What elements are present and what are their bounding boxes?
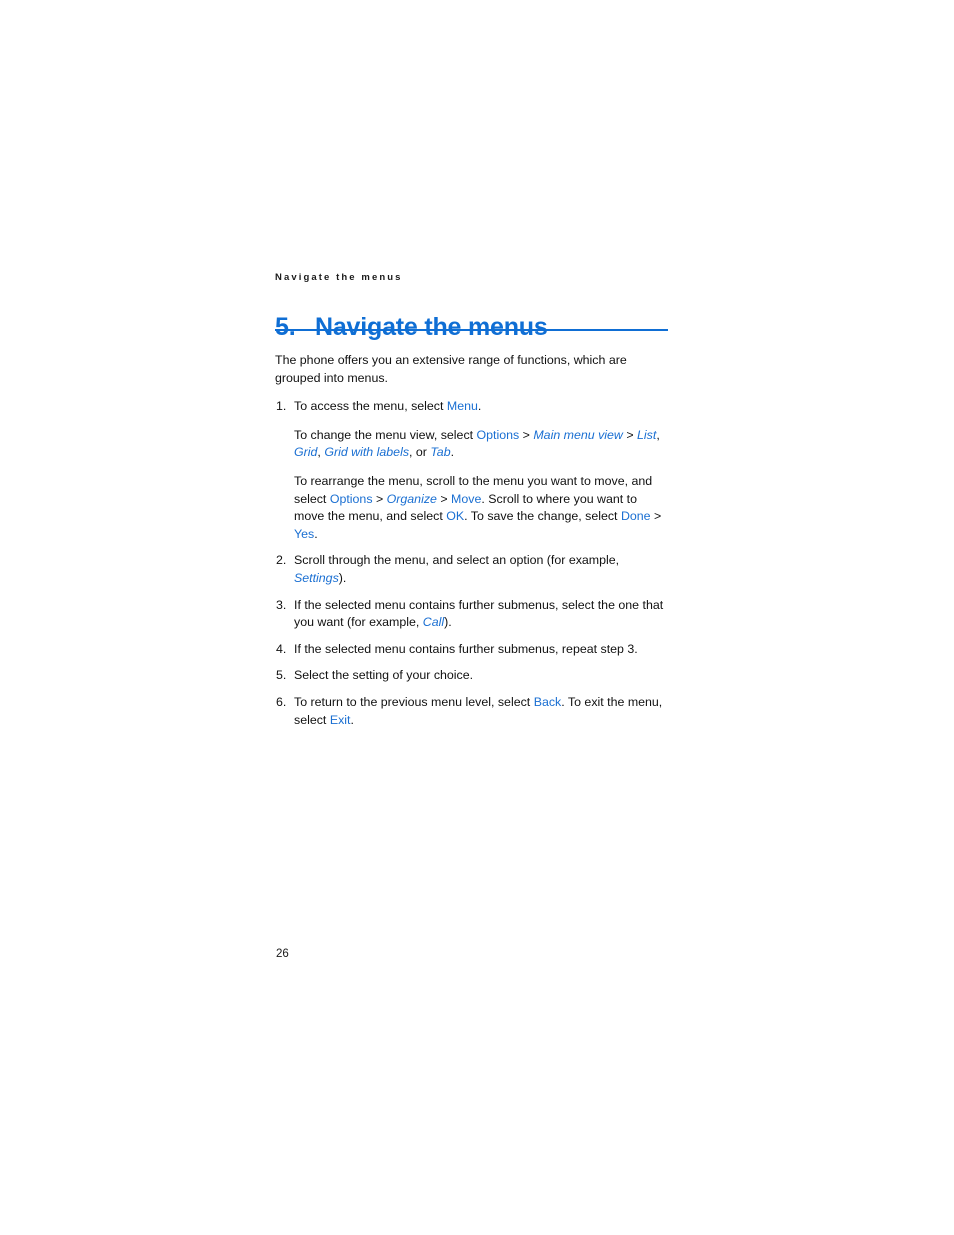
ui-term-italic[interactable]: Grid	[294, 445, 317, 459]
chapter-title-text: Navigate the menus	[315, 312, 548, 341]
ui-term-italic[interactable]: Call	[423, 615, 444, 629]
step-item: 4. If the selected menu contains further …	[275, 641, 670, 659]
text-run: ).	[338, 570, 347, 585]
text-run: To change the menu view, select	[294, 427, 477, 442]
ui-term-italic[interactable]: Settings	[294, 571, 339, 585]
step-item: 2. Scroll through the menu, and select an…	[275, 552, 670, 587]
text-run: To return to the previous menu level, se…	[294, 694, 534, 709]
step-number: 5.	[276, 668, 287, 683]
ui-term[interactable]: Move	[451, 492, 481, 506]
text-run: ).	[444, 615, 452, 630]
step-paragraph: To access the menu, select Menu.	[294, 398, 670, 416]
text-run: To access the menu, select	[294, 399, 447, 414]
text-run: If the selected menu contains further su…	[294, 641, 638, 656]
page-number: 26	[276, 948, 289, 960]
running-head: Navigate the menus	[275, 272, 403, 283]
text-run: .	[450, 445, 455, 460]
text-run: >	[372, 491, 387, 506]
step-number: 2.	[276, 553, 287, 568]
page-title: 5. Navigate the menus	[275, 313, 668, 342]
step-paragraph: If the selected menu contains further su…	[294, 597, 670, 632]
ui-term-italic[interactable]: Grid with labels	[324, 445, 409, 459]
text-run: ,	[656, 427, 660, 442]
text-run: >	[622, 427, 638, 442]
ui-term[interactable]: Menu	[447, 399, 478, 413]
step-item: 6. To return to the previous menu level, …	[275, 694, 670, 729]
step-paragraph: To change the menu view, select Options …	[294, 427, 670, 462]
step-paragraph: If the selected menu contains further su…	[294, 641, 670, 659]
text-run: >	[436, 491, 452, 506]
steps-list: 1. To access the menu, select Menu. To cha…	[275, 398, 670, 729]
step-number: 3.	[276, 597, 287, 612]
step-number: 4.	[276, 641, 287, 656]
text-run: >	[519, 427, 534, 442]
text-run: Select the setting of your choice.	[294, 668, 474, 683]
text-run: >	[650, 509, 662, 524]
body-content: The phone offers you an extensive range …	[275, 352, 670, 738]
step-paragraph: Scroll through the menu, and select an o…	[294, 552, 670, 587]
ui-term-italic[interactable]: List	[637, 428, 656, 442]
chapter-number: 5.	[275, 312, 296, 341]
ui-term[interactable]: Options	[330, 492, 373, 506]
step-paragraph: Select the setting of your choice.	[294, 667, 670, 685]
ui-term-italic[interactable]: Organize	[387, 492, 437, 506]
step-number: 1.	[276, 399, 287, 414]
step-paragraph: To return to the previous menu level, se…	[294, 694, 670, 729]
ui-term[interactable]: Done	[621, 509, 651, 523]
text-run: Scroll through the menu, and select an o…	[294, 553, 620, 568]
step-paragraph: To rearrange the menu, scroll to the men…	[294, 473, 670, 543]
ui-term[interactable]: OK	[446, 509, 464, 523]
text-run: .	[350, 712, 354, 727]
ui-term-italic[interactable]: Main menu view	[533, 428, 623, 442]
ui-term[interactable]: Options	[477, 428, 520, 442]
document-page: Navigate the menus 5. Navigate the menus …	[0, 0, 954, 1235]
ui-term[interactable]: Yes	[294, 527, 314, 541]
text-run: If the selected menu contains further su…	[294, 597, 664, 630]
intro-paragraph: The phone offers you an extensive range …	[275, 353, 627, 385]
step-item: 3. If the selected menu contains further …	[275, 597, 670, 632]
step-item: 5. Select the setting of your choice.	[275, 667, 670, 685]
text-run: , or	[409, 445, 431, 460]
title-rule	[275, 329, 668, 331]
ui-term[interactable]: Exit	[330, 713, 351, 727]
text-run: .	[314, 526, 318, 541]
step-number: 6.	[276, 694, 287, 709]
ui-term[interactable]: Back	[534, 695, 562, 709]
ui-term-italic[interactable]: Tab	[430, 445, 450, 459]
text-run: . To save the change, select	[464, 509, 621, 524]
text-run: .	[477, 399, 482, 414]
step-item: 1. To access the menu, select Menu. To cha…	[275, 398, 670, 543]
